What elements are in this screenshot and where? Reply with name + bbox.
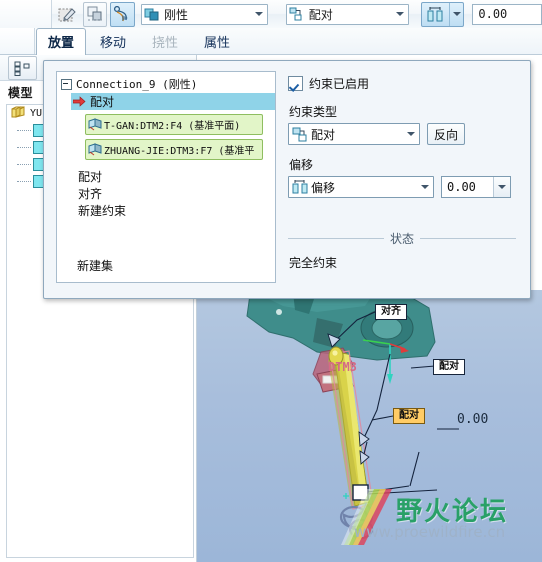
watermark-url: www.proewildfire.cn	[354, 523, 506, 541]
connection-node-label: Connection_9 (刚性)	[76, 78, 198, 91]
placement-dialog: Connection_9 (刚性) 配对 T-GAN:DTM2:F4 (基准平面…	[43, 60, 531, 299]
tree-root-label: YU	[30, 108, 43, 119]
rigid-icon	[142, 8, 162, 21]
toolbar-left-gap	[0, 0, 52, 28]
offset-mode-select[interactable]: 偏移	[288, 176, 434, 198]
callout-align[interactable]: 对齐	[375, 304, 407, 320]
constraint-type-row: 配对 反向	[288, 123, 516, 145]
edit-definition-icon[interactable]	[55, 2, 80, 27]
chevron-down-icon[interactable]	[402, 132, 419, 136]
flip-button[interactable]: 反向	[427, 123, 466, 145]
offset-section-label: 偏移	[289, 158, 314, 172]
tab-properties[interactable]: 属性	[192, 28, 242, 55]
constraint-type-value: 配对	[308, 7, 333, 22]
tree-connector	[17, 129, 31, 132]
tab-flexibility[interactable]: 挠性	[140, 28, 190, 55]
offset-icon	[422, 3, 449, 26]
constraint-enabled-checkbox[interactable]	[288, 76, 303, 91]
collapse-expander-icon[interactable]	[61, 78, 72, 90]
offset-row: 偏移 0.00	[288, 176, 516, 198]
tab-list: 放置 移动 挠性 属性	[36, 28, 244, 55]
chevron-down-icon[interactable]	[251, 5, 267, 24]
connection-type-value: 刚性	[163, 7, 188, 22]
chevron-down-icon[interactable]	[392, 5, 408, 24]
constraint-properties-panel: 约束已启用 约束类型 配对 反向 偏移 偏移 0.00 状态 完全约束	[288, 71, 517, 283]
offset-value-field[interactable]: 0.00	[441, 176, 511, 198]
new-set-link[interactable]: 新建集	[77, 257, 113, 274]
tabbar-left-gap	[0, 28, 35, 54]
connection-node[interactable]: Connection_9 (刚性)	[61, 76, 275, 92]
status-separator: 状态	[288, 230, 517, 247]
option-align[interactable]: 对齐	[78, 186, 275, 203]
constraint-node-label: 配对	[90, 95, 115, 109]
offset-value-text: 0.00	[447, 180, 476, 194]
datum-plane-tag: DTM3	[328, 360, 357, 374]
chevron-down-icon[interactable]	[449, 2, 463, 26]
option-new-constraint[interactable]: 新建约束	[78, 203, 275, 220]
offset-value-input[interactable]: 0.00	[472, 3, 542, 25]
constraint-set-tree[interactable]: Connection_9 (刚性) 配对 T-GAN:DTM2:F4 (基准平面…	[56, 71, 276, 283]
tab-move[interactable]: 移动	[88, 28, 138, 55]
reference-item[interactable]: T-GAN:DTM2:F4 (基准平面)	[85, 114, 263, 135]
constraint-type-combo[interactable]: 配对	[285, 3, 410, 25]
arrow-right-icon	[72, 92, 86, 111]
status-value: 完全约束	[289, 256, 338, 270]
constraint-node-selected[interactable]: 配对	[71, 93, 275, 110]
chevron-down-icon[interactable]	[493, 177, 510, 197]
callout-mate-highlighted[interactable]: 配对	[393, 408, 425, 424]
offset-split-button[interactable]	[421, 1, 465, 27]
dimension-value[interactable]: 0.00	[457, 412, 488, 427]
connection-type-combo[interactable]: 刚性	[140, 3, 269, 25]
datum-plane-icon	[86, 118, 104, 131]
app-root: DTM3 对齐 配对 配对 0.00 野火论坛 www.proewildfire…	[0, 0, 542, 562]
tree-connector	[17, 146, 31, 149]
dashboard-tabbar: 放置 移动 挠性 属性	[0, 28, 542, 55]
constraint-type-label: 约束类型	[289, 105, 338, 119]
constraint-enabled-label: 约束已启用	[309, 77, 370, 91]
offset-mode-value: 偏移	[311, 180, 336, 195]
separator-line-left	[288, 238, 384, 239]
constraint-enabled-row[interactable]: 约束已启用	[288, 75, 516, 92]
reference-item[interactable]: ZHUANG-JIE:DTM3:F7 (基准平	[85, 139, 263, 160]
tab-placement[interactable]: 放置	[36, 28, 87, 55]
mate-icon	[287, 7, 307, 21]
tree-connector	[17, 163, 31, 166]
constraint-type-select[interactable]: 配对	[288, 123, 420, 145]
mate-icon	[289, 127, 311, 142]
assembly-folder-icon	[11, 105, 26, 122]
datum-plane-icon	[86, 143, 104, 156]
placement-icon[interactable]	[82, 1, 108, 27]
status-title: 状态	[390, 232, 415, 246]
reference-label: ZHUANG-JIE:DTM3:F7 (基准平	[104, 146, 255, 157]
constraint-type-selected-value: 配对	[311, 127, 336, 142]
callout-mate-1[interactable]: 配对	[433, 359, 465, 375]
option-mate[interactable]: 配对	[78, 169, 275, 186]
model-tree-title: 模型	[8, 86, 34, 100]
show-tree-icon[interactable]	[8, 56, 37, 80]
tree-connector	[17, 180, 31, 183]
constraint-option-list: 配对 对齐 新建约束	[78, 169, 275, 220]
connection-icon[interactable]	[110, 1, 135, 27]
top-toolbar: 刚性 配对 0.00	[0, 0, 542, 29]
offset-icon	[289, 179, 311, 195]
watermark: 野火论坛 www.proewildfire.cn	[330, 487, 535, 549]
separator-line-right	[420, 238, 517, 239]
chevron-down-icon[interactable]	[416, 185, 433, 189]
reference-label: T-GAN:DTM2:F4 (基准平面)	[104, 121, 241, 132]
